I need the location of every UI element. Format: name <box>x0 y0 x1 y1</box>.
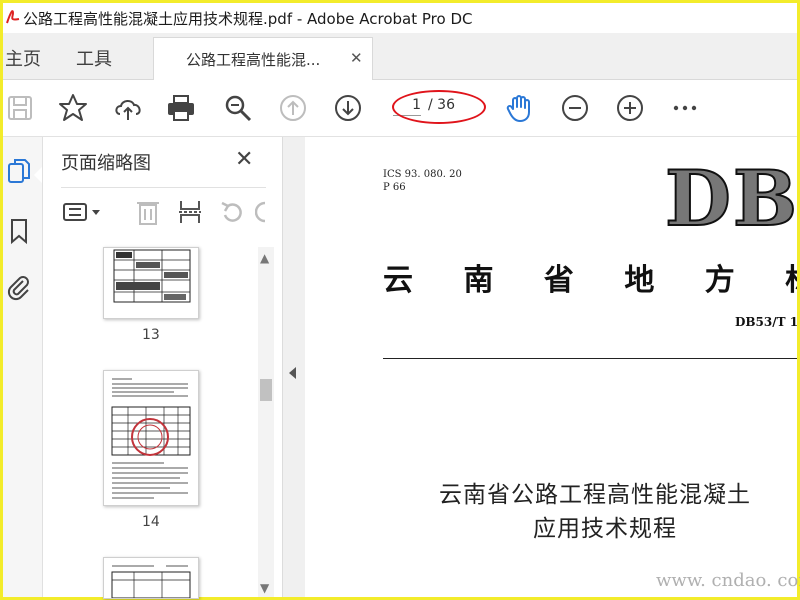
panel-title: 页面缩略图 <box>61 153 151 174</box>
close-tab-icon[interactable]: ✕ <box>350 49 363 67</box>
bookmark-star-icon[interactable] <box>57 92 89 124</box>
page-thumbnails-icon[interactable] <box>5 157 33 185</box>
zoom-out-icon[interactable] <box>559 92 591 124</box>
p-code: P 66 <box>383 182 406 193</box>
zoom-search-icon[interactable] <box>222 92 254 124</box>
panel-divider <box>61 187 266 188</box>
watermark: www. cndao. com <box>656 570 800 591</box>
document-page: ICS 93. 080. 20 P 66 DB 云 南 省 地 方 标 DB53… <box>305 137 797 597</box>
close-panel-icon[interactable]: ✕ <box>235 147 253 172</box>
delete-page-icon[interactable] <box>133 197 163 227</box>
scrollbar-thumb[interactable] <box>260 379 272 401</box>
zoom-in-icon[interactable] <box>614 92 646 124</box>
print-icon[interactable] <box>165 92 197 124</box>
hand-tool-icon[interactable] <box>504 92 536 124</box>
bookmarks-icon[interactable] <box>5 217 33 245</box>
rail-active-caret <box>34 167 42 183</box>
tab-bar: 主页 工具 公路工程高性能混... ✕ <box>3 33 797 80</box>
page-up-icon[interactable] <box>277 92 309 124</box>
document-title-line-2: 应用技术规程 <box>533 516 677 542</box>
scroll-down-icon[interactable]: ▼ <box>260 581 269 595</box>
acrobat-app-icon <box>5 7 21 25</box>
title-bar: 公路工程高性能混凝土应用技术规程.pdf - Adobe Acrobat Pro… <box>3 3 797 33</box>
thumbnail-15-content <box>111 565 191 598</box>
thumbnails-scrollbar[interactable]: ▲ ▼ <box>258 247 274 597</box>
more-icon[interactable] <box>669 92 701 124</box>
save-icon[interactable] <box>5 92 37 124</box>
page-thumbnail-15[interactable] <box>103 557 199 599</box>
document-tab-label: 公路工程高性能混... <box>186 51 321 69</box>
window-title: 公路工程高性能混凝土应用技术规程.pdf - Adobe Acrobat Pro… <box>23 10 473 28</box>
tab-document[interactable]: 公路工程高性能混... ✕ <box>153 37 373 80</box>
panel-splitter[interactable] <box>282 137 306 597</box>
upload-cloud-icon[interactable] <box>112 92 144 124</box>
thumbnail-13-label: 13 <box>142 327 160 343</box>
insert-page-icon[interactable] <box>175 197 205 227</box>
attachments-icon[interactable] <box>5 273 33 301</box>
page-thumbnail-13[interactable] <box>103 247 199 319</box>
header-rule <box>383 358 797 359</box>
document-title-line-1: 云南省公路工程高性能混凝土 <box>439 482 751 508</box>
thumbnail-14-label: 14 <box>142 514 160 530</box>
thumbnail-13-content <box>113 249 191 303</box>
rotate-clockwise-icon[interactable] <box>255 197 265 227</box>
page-number-highlight-ellipse <box>392 90 486 124</box>
standard-number: DB53/T 1 <box>735 315 797 329</box>
thumbnail-options-icon[interactable] <box>61 197 105 227</box>
page-thumbnail-14[interactable] <box>103 370 199 506</box>
navigation-rail <box>3 137 43 597</box>
scroll-up-icon[interactable]: ▲ <box>260 251 269 265</box>
rotate-page-icon[interactable] <box>217 197 247 227</box>
thumbnails-panel: 页面缩略图 ✕ 13 14 ▲ ▼ <box>43 137 281 599</box>
db-logo: DB <box>664 154 797 243</box>
tab-tools[interactable]: 工具 <box>76 45 112 71</box>
collapse-panel-icon[interactable] <box>289 367 296 379</box>
ics-code: ICS 93. 080. 20 <box>383 169 462 180</box>
tab-home[interactable]: 主页 <box>5 45 41 71</box>
standard-title: 云 南 省 地 方 标 <box>383 263 797 298</box>
thumbnail-14-content <box>111 378 191 499</box>
page-down-icon[interactable] <box>332 92 364 124</box>
